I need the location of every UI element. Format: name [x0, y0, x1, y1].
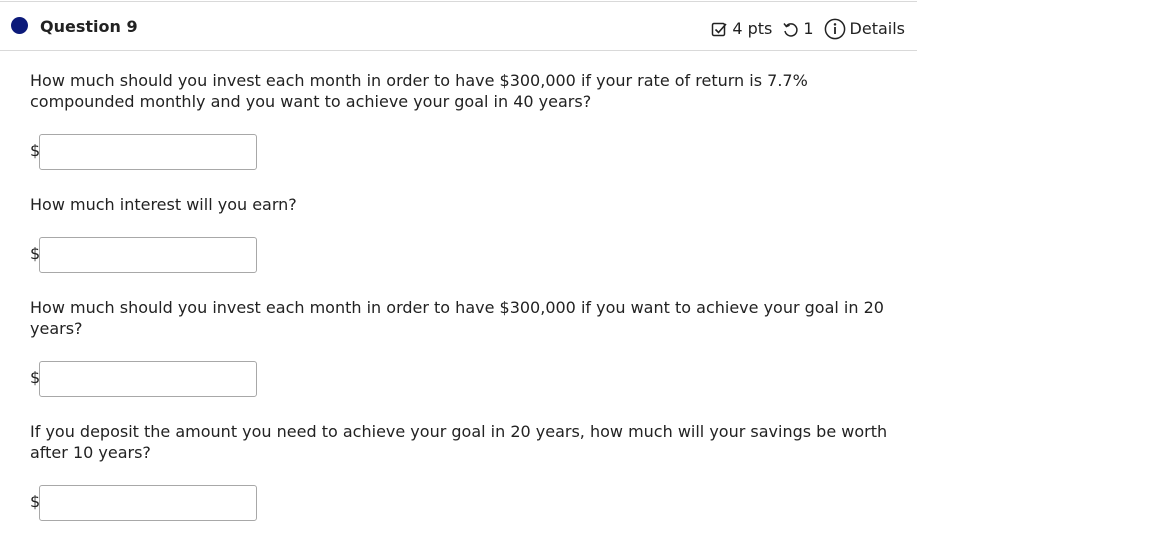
answer-input-4[interactable]: [39, 485, 257, 521]
question-header: Question 9 4 pts 1 Details: [0, 1, 917, 51]
info-icon[interactable]: [824, 18, 846, 40]
retry-icon: [782, 21, 799, 38]
checkbox-check-icon: [711, 21, 728, 38]
answer-row-2: $: [30, 237, 900, 275]
question-text-4: If you deposit the amount you need to ac…: [30, 422, 888, 462]
answer-row-3: $: [30, 361, 900, 399]
question-body: How much should you invest each month in…: [30, 70, 900, 523]
question-text-3: How much should you invest each month in…: [30, 298, 884, 338]
points-label: 4 pts: [732, 19, 773, 38]
question-title: Question 9: [40, 17, 138, 36]
answer-input-1[interactable]: [39, 134, 257, 170]
question-meta: 4 pts 1 Details: [711, 18, 905, 40]
question-text-2: How much interest will you earn?: [30, 195, 297, 214]
question-status-dot: [11, 17, 28, 34]
attempts-count: 1: [803, 19, 814, 38]
details-link[interactable]: Details: [850, 18, 905, 40]
question-text-1: How much should you invest each month in…: [30, 71, 808, 111]
answer-row-1: $: [30, 134, 900, 172]
answer-input-3[interactable]: [39, 361, 257, 397]
answer-row-4: $: [30, 485, 900, 523]
answer-input-2[interactable]: [39, 237, 257, 273]
